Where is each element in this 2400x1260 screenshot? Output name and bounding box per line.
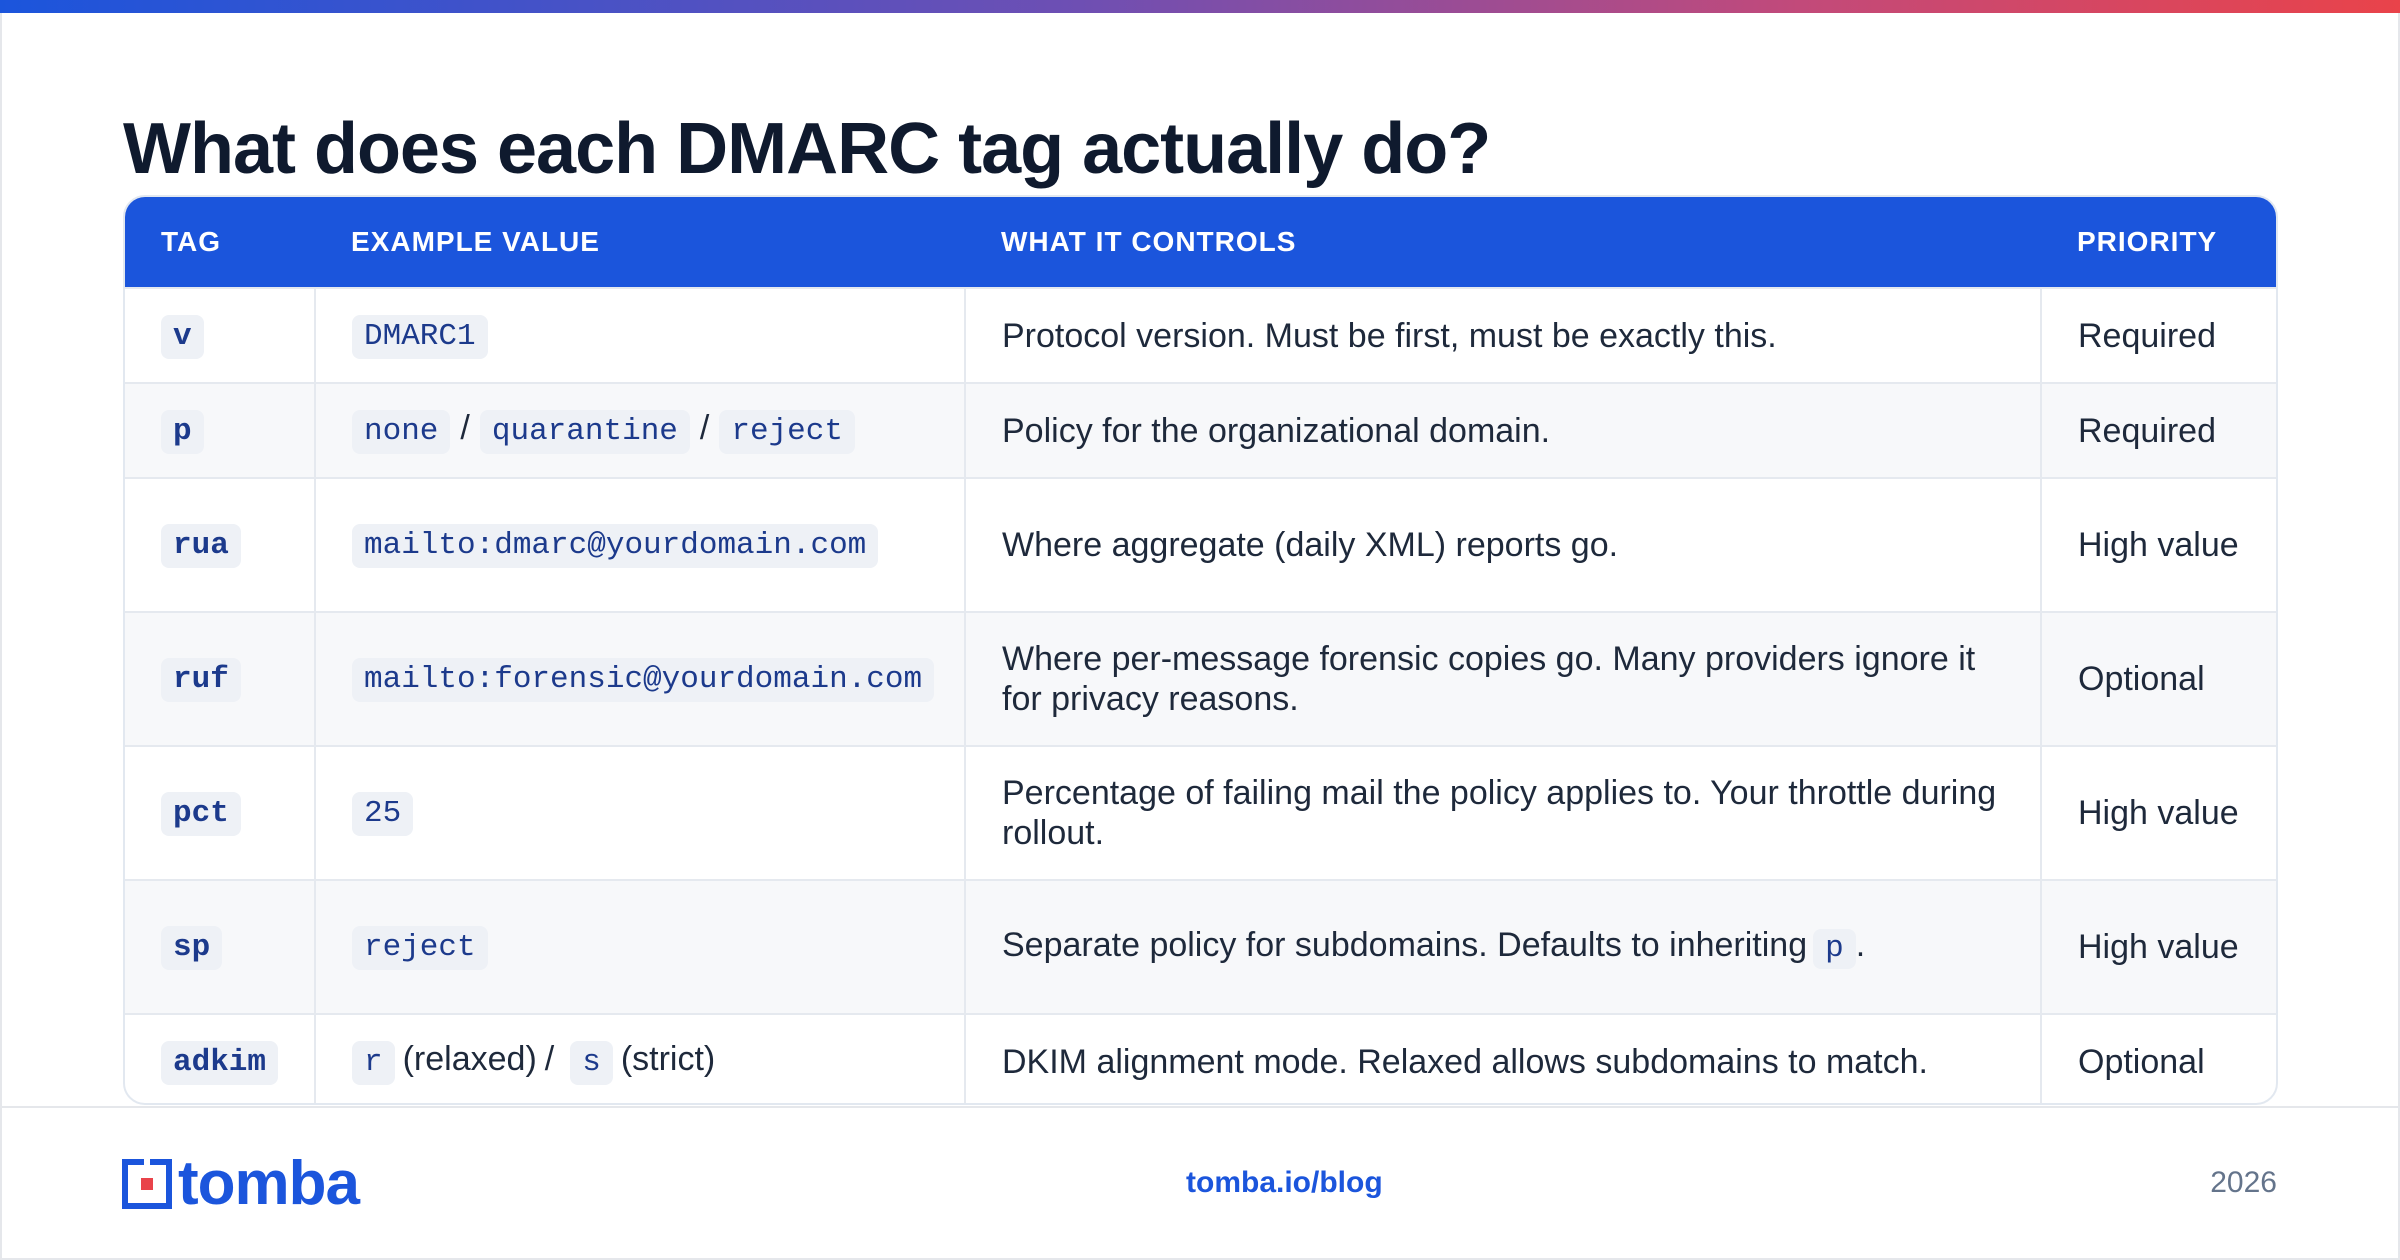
- table-row: v DMARC1 Protocol version. Must be first…: [125, 288, 2276, 383]
- controls-cell: Policy for the organizational domain.: [964, 383, 2041, 478]
- value-cell: reject: [314, 880, 965, 1014]
- value-separator: /: [460, 408, 470, 447]
- value-cell: mailto:forensic@yourdomain.com: [314, 612, 965, 746]
- priority-cell: Required: [2040, 383, 2276, 478]
- value-code: 25: [352, 792, 414, 836]
- header-priority: PRIORITY: [2077, 226, 2218, 257]
- table-row: p none / quarantine / reject Policy for the …: [125, 383, 2276, 478]
- table-row: adkim r (relaxed) / s (strict) DKIM alignmen…: [125, 1014, 2276, 1103]
- tag-cell: rua: [125, 478, 315, 612]
- blog-link[interactable]: tomba.io/blog: [1186, 1166, 1383, 1200]
- inline-code: p: [1813, 929, 1856, 969]
- value-code: reject: [352, 926, 488, 970]
- table-row: sp reject Separate policy for subdomains…: [125, 880, 2276, 1014]
- table-row: ruf mailto:forensic@yourdomain.com Where…: [125, 612, 2276, 746]
- value-separator: /: [699, 408, 710, 447]
- priority-cell: High value: [2040, 478, 2276, 612]
- table-row: rua mailto:dmarc@yourdomain.com Where ag…: [125, 478, 2276, 612]
- value-code: mailto:forensic@yourdomain.com: [352, 658, 935, 702]
- tomba-logo-icon: [122, 1159, 172, 1209]
- table-header-row: TAG EXAMPLE VALUE WHAT IT CONTROLS PRIOR…: [125, 197, 2276, 288]
- value-note: (relaxed): [402, 1040, 537, 1078]
- priority-cell: Required: [2040, 288, 2276, 383]
- value-cell: mailto:dmarc@yourdomain.com: [314, 478, 965, 612]
- controls-text-end: .: [1855, 926, 1866, 964]
- dmarc-tag-table: TAG EXAMPLE VALUE WHAT IT CONTROLS PRIOR…: [123, 195, 2278, 1105]
- header-tag: TAG: [161, 226, 222, 257]
- tag-cell: adkim: [125, 1014, 315, 1103]
- priority-cell: High value: [2040, 746, 2276, 880]
- value-code: DMARC1: [352, 314, 488, 359]
- value-code: mailto:dmarc@yourdomain.com: [352, 524, 879, 568]
- value-cell: 25: [314, 746, 965, 880]
- tomba-logo[interactable]: tomba: [122, 1149, 360, 1218]
- controls-cell: Percentage of failing mail the policy ap…: [964, 746, 2041, 880]
- value-code: none: [352, 409, 451, 454]
- priority-cell: Optional: [2040, 1014, 2276, 1103]
- tag-code: ruf: [161, 658, 241, 702]
- controls-cell: Where aggregate (daily XML) reports go.: [964, 478, 2041, 612]
- value-note: (strict): [620, 1040, 716, 1078]
- tag-code: rua: [161, 524, 241, 568]
- logo-wordmark: tomba: [178, 1149, 360, 1218]
- value-cell: none / quarantine / reject: [314, 383, 965, 478]
- value-cell: DMARC1: [314, 288, 965, 383]
- value-separator: /: [544, 1040, 555, 1078]
- tag-cell: v: [125, 288, 315, 383]
- value-code: reject: [719, 409, 855, 454]
- footer-divider: [0, 1106, 2400, 1108]
- tag-cell: pct: [125, 746, 315, 880]
- controls-cell: Separate policy for subdomains. Defaults…: [964, 880, 2041, 1014]
- controls-cell: Protocol version. Must be first, must be…: [964, 288, 2041, 383]
- controls-text: Separate policy for subdomains. Defaults…: [1002, 926, 1808, 964]
- table-row: pct 25 Percentage of failing mail the po…: [125, 746, 2276, 880]
- priority-cell: Optional: [2040, 612, 2276, 746]
- footer-year: 2026: [2210, 1166, 2277, 1199]
- tag-cell: sp: [125, 880, 315, 1014]
- controls-cell: DKIM alignment mode. Relaxed allows subd…: [964, 1014, 2041, 1103]
- value-code: s: [570, 1041, 613, 1085]
- tag-code: sp: [161, 926, 223, 970]
- priority-cell: High value: [2040, 880, 2276, 1014]
- header-what-it-controls: WHAT IT CONTROLS: [1001, 226, 1297, 257]
- value-code: quarantine: [479, 409, 690, 454]
- tag-cell: p: [125, 383, 315, 478]
- value-code: r: [352, 1041, 395, 1085]
- tag-cell: ruf: [125, 612, 315, 746]
- gradient-accent-bar: [0, 0, 2400, 13]
- tag-code: p: [161, 409, 204, 454]
- page-title: What does each DMARC tag actually do?: [123, 109, 1491, 189]
- tag-code: v: [161, 314, 204, 359]
- tag-code: adkim: [161, 1041, 279, 1085]
- tag-code: pct: [161, 792, 241, 836]
- header-example-value: EXAMPLE VALUE: [351, 226, 600, 257]
- value-cell: r (relaxed) / s (strict): [314, 1014, 965, 1103]
- controls-cell: Where per-message forensic copies go. Ma…: [964, 612, 2041, 746]
